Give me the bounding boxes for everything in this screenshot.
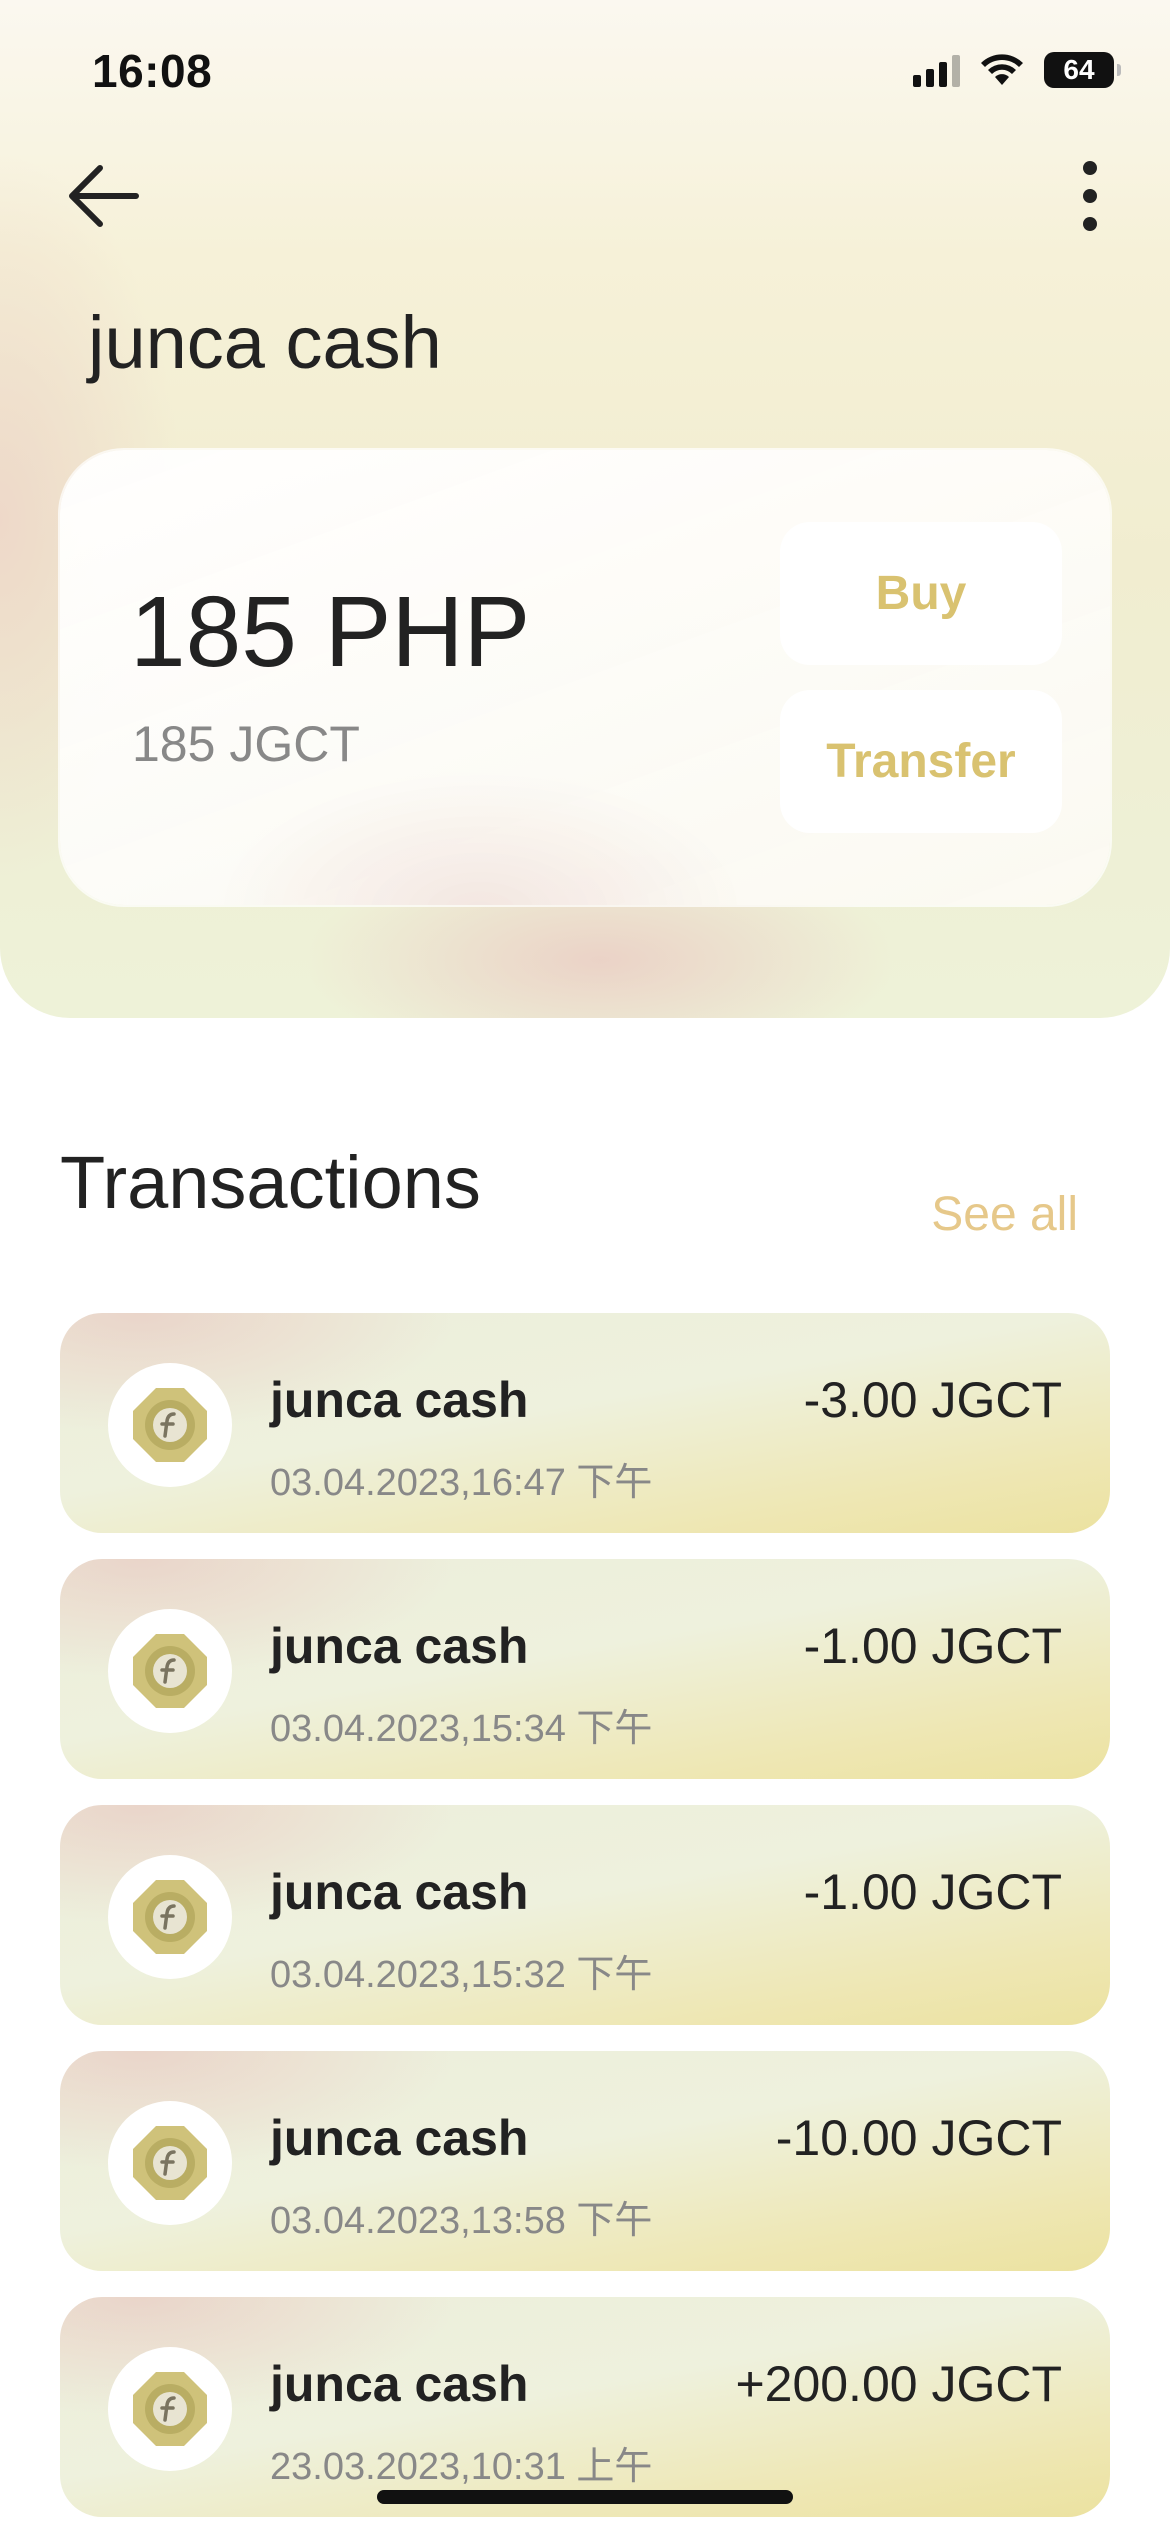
- transfer-button[interactable]: Transfer: [780, 690, 1062, 833]
- page-title: junca cash: [88, 301, 442, 384]
- battery-icon: 64: [1044, 52, 1121, 88]
- balance-amount: 185 PHP: [130, 576, 531, 688]
- coin-avatar: [108, 1609, 232, 1733]
- transaction-date: 03.04.2023,13:58 下午: [270, 2200, 653, 2242]
- coin-icon: [133, 2372, 207, 2446]
- transaction-amount: -10.00 JGCT: [775, 2110, 1062, 2166]
- vertical-dots-icon: [1083, 161, 1097, 231]
- transaction-name: junca cash: [270, 2356, 529, 2412]
- status-time: 16:08: [92, 45, 213, 97]
- back-button[interactable]: [66, 158, 142, 234]
- transactions-title: Transactions: [60, 1141, 481, 1224]
- transaction-item[interactable]: junca cash 03.04.2023,16:47 下午 -3.00 JGC…: [60, 1313, 1110, 1533]
- coin-icon: [133, 2126, 207, 2200]
- more-options-button[interactable]: [1070, 158, 1110, 234]
- transaction-name: junca cash: [270, 2110, 529, 2166]
- transaction-date: 03.04.2023,16:47 下午: [270, 1462, 653, 1504]
- transaction-name: junca cash: [270, 1372, 529, 1428]
- coin-icon: [133, 1388, 207, 1462]
- transaction-item[interactable]: junca cash 03.04.2023,15:32 下午 -1.00 JGC…: [60, 1805, 1110, 2025]
- arrow-left-icon: [69, 165, 139, 227]
- transaction-amount: -3.00 JGCT: [803, 1372, 1062, 1428]
- transaction-amount: -1.00 JGCT: [803, 1618, 1062, 1674]
- transaction-name: junca cash: [270, 1864, 529, 1920]
- balance-token-amount: 185 JGCT: [132, 716, 360, 772]
- screen: 16:08 64 junca cash 185 PHP 185 JGCT Buy…: [0, 0, 1170, 2532]
- buy-button[interactable]: Buy: [780, 522, 1062, 665]
- coin-icon: [133, 1634, 207, 1708]
- transaction-name: junca cash: [270, 1618, 529, 1674]
- transaction-item[interactable]: junca cash 03.04.2023,15:34 下午 -1.00 JGC…: [60, 1559, 1110, 1779]
- see-all-link[interactable]: See all: [931, 1187, 1078, 1242]
- transaction-amount: -1.00 JGCT: [803, 1864, 1062, 1920]
- transactions-list: junca cash 03.04.2023,16:47 下午 -3.00 JGC…: [60, 1313, 1110, 2532]
- transaction-item[interactable]: junca cash 23.03.2023,10:31 上午 +200.00 J…: [60, 2297, 1110, 2517]
- coin-avatar: [108, 1363, 232, 1487]
- transaction-date: 03.04.2023,15:34 下午: [270, 1708, 653, 1750]
- transaction-date: 23.03.2023,10:31 上午: [270, 2446, 653, 2488]
- transaction-item[interactable]: junca cash 03.04.2023,13:58 下午 -10.00 JG…: [60, 2051, 1110, 2271]
- cellular-signal-icon: [913, 53, 960, 87]
- coin-avatar: [108, 2101, 232, 2225]
- transaction-date: 03.04.2023,15:32 下午: [270, 1954, 653, 1996]
- transaction-amount: +200.00 JGCT: [735, 2356, 1062, 2412]
- home-indicator[interactable]: [377, 2490, 793, 2504]
- wifi-icon: [981, 54, 1023, 85]
- coin-avatar: [108, 1855, 232, 1979]
- coin-icon: [133, 1880, 207, 1954]
- balance-card: 185 PHP 185 JGCT Buy Transfer: [60, 450, 1110, 905]
- coin-avatar: [108, 2347, 232, 2471]
- status-icons: 64: [913, 52, 1121, 88]
